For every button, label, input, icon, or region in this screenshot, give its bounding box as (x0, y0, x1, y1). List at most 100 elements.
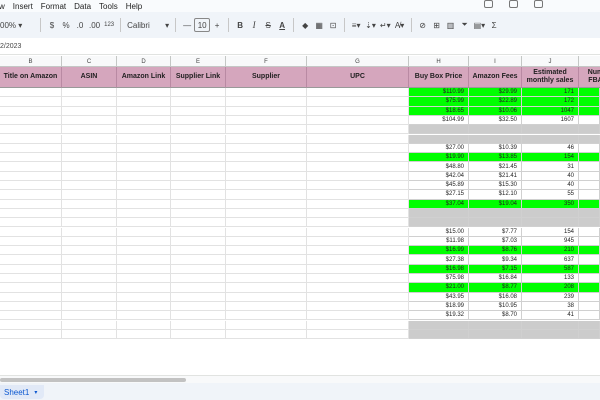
monthly-sales-cell[interactable]: 210 (522, 246, 579, 256)
bold-button[interactable]: B (233, 16, 247, 34)
num-fba-cell[interactable] (579, 283, 600, 293)
num-fba-cell[interactable] (579, 190, 600, 200)
monthly-sales-cell[interactable]: 350 (522, 199, 579, 209)
fill-color-icon[interactable]: ◆ (298, 16, 312, 34)
monthly-sales-cell[interactable]: 38 (522, 301, 579, 312)
header-amazon-fees[interactable]: Amazon Fees (469, 67, 522, 88)
amazon-fees-cell[interactable]: $32.50 (469, 115, 522, 126)
font-size-decrease-button[interactable]: — (180, 16, 194, 34)
num-fba-cell[interactable] (579, 97, 600, 107)
amazon-fees-cell[interactable]: $21.45 (469, 162, 522, 172)
buy-box-price-cell[interactable]: $15.00 (409, 227, 469, 237)
insert-link-icon[interactable]: ⊘ (416, 16, 430, 34)
amazon-fees-cell[interactable]: $29.99 (469, 88, 522, 98)
amazon-fees-cell[interactable]: $7.03 (469, 236, 522, 247)
num-fba-cell[interactable] (579, 208, 600, 219)
monthly-sales-cell[interactable]: 1047 (522, 106, 579, 116)
buy-box-price-cell[interactable] (409, 208, 469, 219)
num-fba-cell[interactable] (579, 143, 600, 154)
filter-icon[interactable]: ⏷ (458, 16, 472, 34)
num-fba-cell[interactable] (579, 292, 600, 302)
amazon-fees-cell[interactable]: $8.77 (469, 283, 522, 293)
buy-box-price-cell[interactable] (409, 329, 469, 340)
amazon-fees-cell[interactable] (469, 218, 522, 228)
italic-button[interactable]: I (247, 16, 261, 34)
header-num-fba[interactable]: Num FBA (579, 67, 600, 88)
text-color-button[interactable]: A (275, 16, 289, 34)
monthly-sales-cell[interactable]: 55 (522, 190, 579, 200)
horizontal-align-icon[interactable]: ≡▾ (349, 16, 363, 34)
monthly-sales-cell[interactable] (522, 125, 579, 135)
num-fba-cell[interactable] (579, 134, 600, 144)
num-fba-cell[interactable] (579, 199, 600, 209)
amazon-fees-cell[interactable]: $9.34 (469, 255, 522, 265)
num-fba-cell[interactable] (579, 274, 600, 284)
column-header-c[interactable]: C (62, 56, 117, 67)
buy-box-price-cell[interactable]: $27.00 (409, 143, 469, 154)
num-fba-cell[interactable] (579, 162, 600, 172)
buy-box-price-cell[interactable]: $19.90 (409, 153, 469, 163)
scrollbar-thumb[interactable] (0, 378, 186, 382)
num-fba-cell[interactable] (579, 320, 600, 330)
comment-icon[interactable] (509, 0, 518, 8)
monthly-sales-cell[interactable]: 587 (522, 264, 579, 274)
menu-insert[interactable]: Insert (13, 2, 33, 11)
amazon-fees-cell[interactable]: $15.30 (469, 181, 522, 191)
menu-help[interactable]: Help (126, 2, 142, 11)
sheet-grid[interactable]: Title on Amazon ASIN Amazon Link Supplie… (0, 67, 600, 375)
buy-box-price-cell[interactable] (409, 218, 469, 228)
monthly-sales-cell[interactable]: 40 (522, 181, 579, 191)
column-header-i[interactable]: I (469, 56, 522, 67)
num-fba-cell[interactable] (579, 301, 600, 312)
amazon-fees-cell[interactable]: $10.39 (469, 143, 522, 154)
monthly-sales-cell[interactable]: 46 (522, 143, 579, 154)
num-fba-cell[interactable] (579, 227, 600, 237)
header-estimated-monthly-sales[interactable]: Estimated monthly sales (522, 67, 579, 88)
buy-box-price-cell[interactable]: $104.99 (409, 115, 469, 126)
buy-box-price-cell[interactable]: $45.89 (409, 181, 469, 191)
column-header-h[interactable]: H (409, 56, 469, 67)
column-header-b[interactable]: B (0, 56, 62, 67)
monthly-sales-cell[interactable]: 208 (522, 283, 579, 293)
history-icon[interactable] (484, 0, 493, 8)
header-amazon-link[interactable]: Amazon Link (117, 67, 171, 88)
amazon-fees-cell[interactable]: $12.10 (469, 190, 522, 200)
buy-box-price-cell[interactable]: $75.98 (409, 274, 469, 284)
column-header-g[interactable]: G (307, 56, 409, 67)
monthly-sales-cell[interactable]: 239 (522, 292, 579, 302)
amazon-fees-cell[interactable] (469, 125, 522, 135)
monthly-sales-cell[interactable] (522, 218, 579, 228)
buy-box-price-cell[interactable]: $16.99 (409, 246, 469, 256)
amazon-fees-cell[interactable] (469, 208, 522, 219)
num-fba-cell[interactable] (579, 246, 600, 256)
monthly-sales-cell[interactable]: 171 (522, 88, 579, 98)
amazon-fees-cell[interactable]: $7.77 (469, 227, 522, 237)
buy-box-price-cell[interactable]: $21.00 (409, 283, 469, 293)
merge-cells-icon[interactable]: ⊡ (326, 16, 340, 34)
num-fba-cell[interactable] (579, 236, 600, 247)
percent-button[interactable]: % (59, 16, 73, 34)
column-header-d[interactable]: D (117, 56, 171, 67)
amazon-fees-cell[interactable]: $7.15 (469, 264, 522, 274)
header-supplier[interactable]: Supplier (226, 67, 307, 88)
amazon-fees-cell[interactable]: $10.95 (469, 301, 522, 312)
buy-box-price-cell[interactable]: $27.15 (409, 190, 469, 200)
header-upc[interactable]: UPC (307, 67, 409, 88)
amazon-fees-cell[interactable]: $10.06 (469, 106, 522, 116)
buy-box-price-cell[interactable]: $16.98 (409, 264, 469, 274)
num-fba-cell[interactable] (579, 255, 600, 265)
num-fba-cell[interactable] (579, 171, 600, 181)
num-fba-cell[interactable] (579, 106, 600, 116)
monthly-sales-cell[interactable]: 133 (522, 274, 579, 284)
menu-format[interactable]: Format (41, 2, 66, 11)
header-title-on-amazon[interactable]: Title on Amazon (0, 67, 62, 88)
filter-views-icon[interactable]: ▤▾ (472, 16, 488, 34)
monthly-sales-cell[interactable]: 31 (522, 162, 579, 172)
strikethrough-button[interactable]: S (261, 16, 275, 34)
functions-icon[interactable]: Σ (487, 16, 501, 34)
header-asin[interactable]: ASIN (62, 67, 117, 88)
monthly-sales-cell[interactable]: 154 (522, 153, 579, 163)
num-fba-cell[interactable] (579, 115, 600, 126)
decrease-decimal-button[interactable]: .0 (73, 16, 87, 34)
monthly-sales-cell[interactable]: 637 (522, 255, 579, 265)
